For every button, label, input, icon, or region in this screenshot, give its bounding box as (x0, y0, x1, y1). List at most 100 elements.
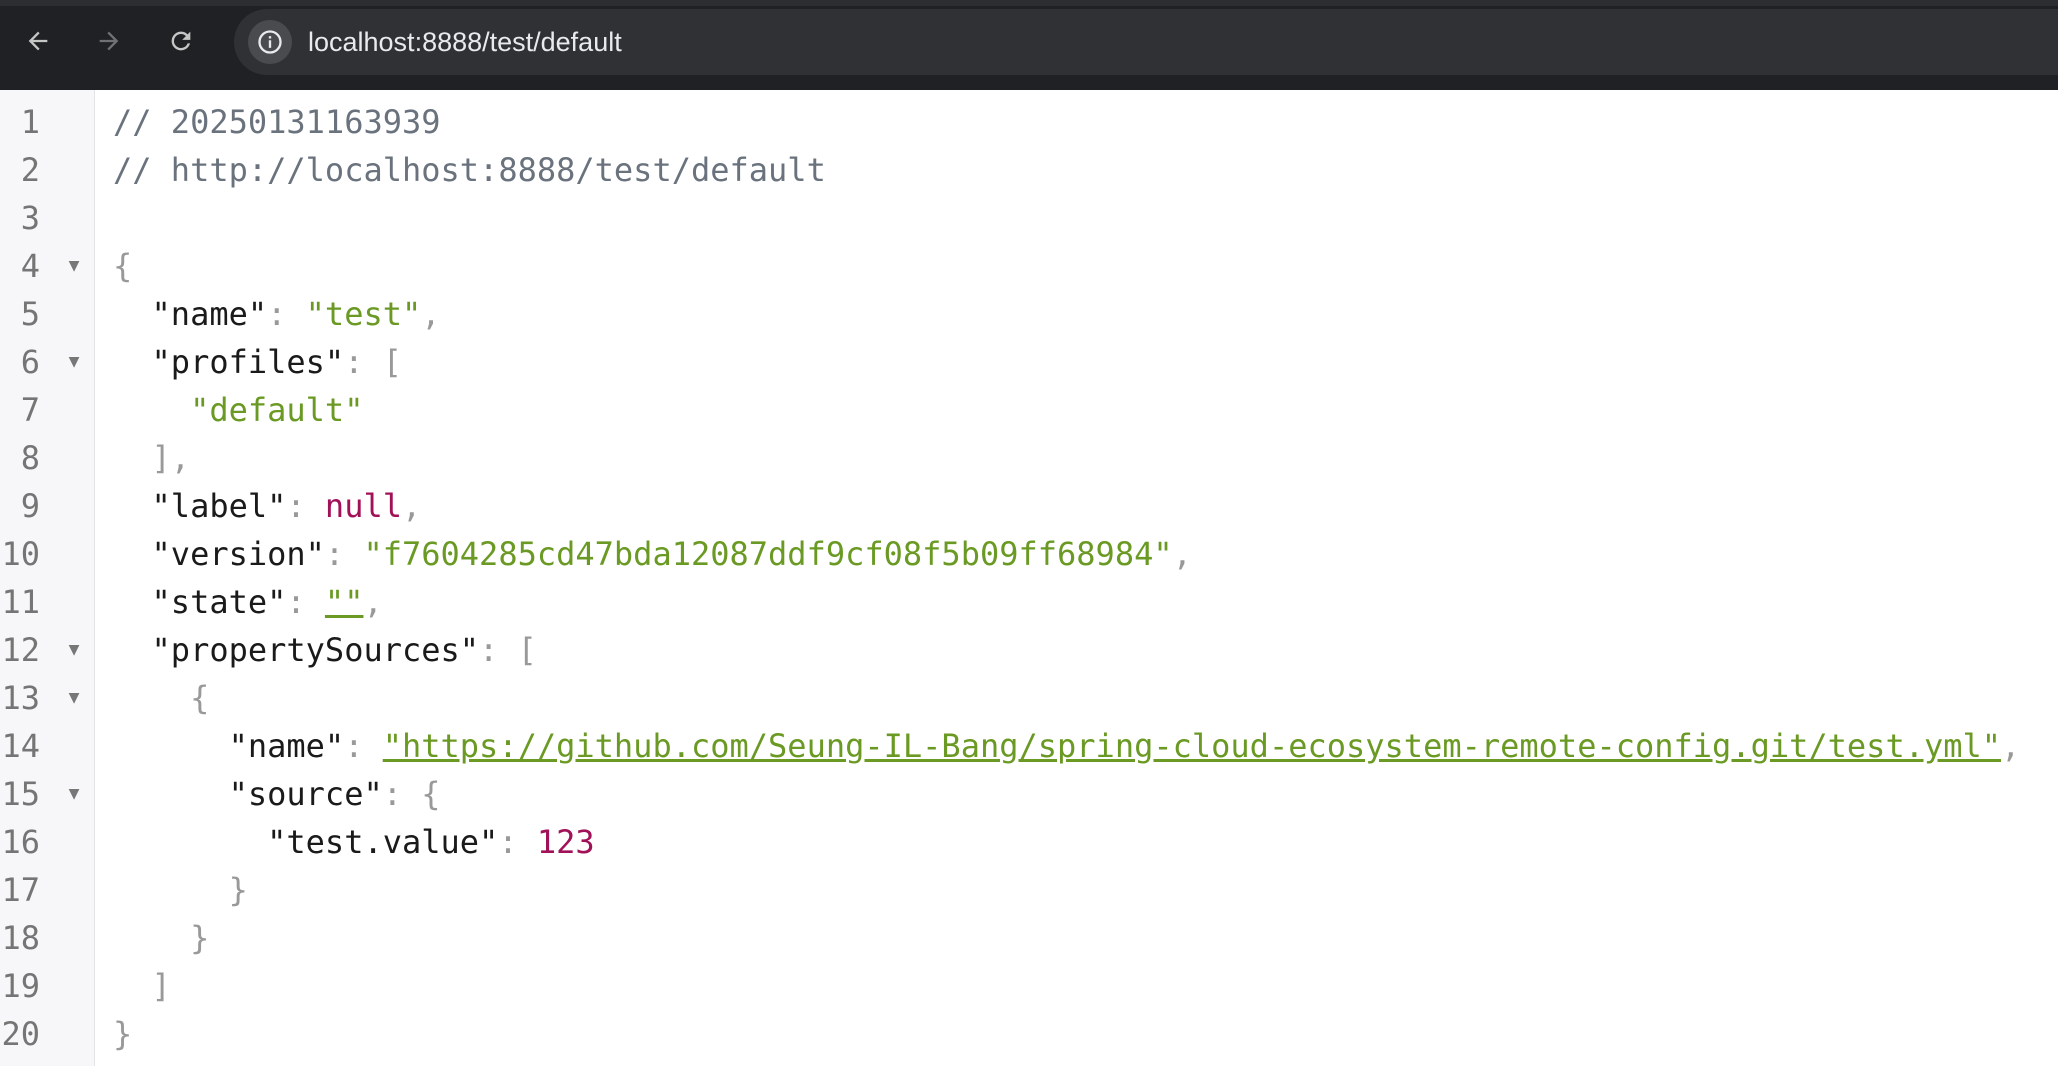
json-viewer: 1 // 20250131163939 2 // http://localhost:8… (0, 98, 2058, 1058)
json-link[interactable]: "" (325, 583, 364, 621)
arrow-right-icon (99, 31, 119, 51)
line-content: "version": "f7604285cd47bda12087ddf9cf08… (113, 530, 1192, 578)
line-number: 1 (20, 103, 40, 141)
fold-toggle-icon[interactable]: ▼ (64, 770, 84, 818)
json-key: "name" (228, 727, 345, 765)
json-string: "default" (190, 391, 364, 429)
json-key: "version" (151, 535, 325, 573)
code-line: 6 ▼ "profiles": [ (0, 338, 2058, 386)
json-punctuation: : [ (479, 631, 537, 669)
line-number: 10 (1, 535, 40, 573)
back-button[interactable] (14, 17, 62, 65)
json-punctuation: : (286, 583, 325, 621)
line-content: "label": null, (113, 482, 422, 530)
code-line: 10 "version": "f7604285cd47bda12087ddf9c… (0, 530, 2058, 578)
json-key: "state" (151, 583, 287, 621)
line-number: 20 (1, 1015, 40, 1053)
line-content: "propertySources": [ (113, 626, 537, 674)
address-bar[interactable]: localhost:8888/test/default (234, 9, 2058, 75)
code-line: 19 ] (0, 962, 2058, 1010)
reload-button[interactable] (157, 17, 205, 65)
line-content: ], (113, 434, 191, 482)
json-key: "propertySources" (151, 631, 480, 669)
line-content: "state": "", (113, 578, 383, 626)
fold-toggle-icon[interactable]: ▼ (64, 338, 84, 386)
code-line: 1 // 20250131163939 (0, 98, 2058, 146)
code-line: 12 ▼ "propertySources": [ (0, 626, 2058, 674)
json-punctuation: { (113, 247, 133, 285)
line-content: { (113, 674, 209, 722)
json-key: "name" (151, 295, 268, 333)
code-line: 2 // http://localhost:8888/test/default (0, 146, 2058, 194)
line-content: "name": "https://github.com/Seung-IL-Ban… (113, 722, 2021, 770)
line-content: } (113, 914, 209, 962)
code-line: 14 "name": "https://github.com/Seung-IL-… (0, 722, 2058, 770)
json-key: "profiles" (151, 343, 345, 381)
code-line: 17 } (0, 866, 2058, 914)
line-number: 15 (1, 775, 40, 813)
line-number: 19 (1, 967, 40, 1005)
line-number: 12 (1, 631, 40, 669)
json-key: "source" (228, 775, 383, 813)
comment-text: // 20250131163939 (113, 103, 441, 141)
url-text[interactable]: localhost:8888/test/default (308, 26, 622, 58)
code-line: 7 "default" (0, 386, 2058, 434)
forward-button[interactable] (85, 17, 133, 65)
arrow-left-icon (28, 31, 48, 51)
line-number: 3 (20, 199, 40, 237)
json-punctuation: : [ (344, 343, 402, 381)
line-content: } (113, 1010, 132, 1058)
json-punctuation: , (421, 295, 441, 333)
line-number: 13 (1, 679, 40, 717)
fold-toggle-icon[interactable]: ▼ (64, 674, 84, 722)
line-number: 2 (20, 151, 40, 189)
line-number: 18 (1, 919, 40, 957)
line-content: // http://localhost:8888/test/default (113, 146, 826, 194)
line-content: "profiles": [ (113, 338, 402, 386)
json-punctuation: , (363, 583, 383, 621)
line-content: // 20250131163939 (113, 98, 441, 146)
line-content: "default" (113, 386, 363, 434)
info-icon (258, 30, 282, 54)
code-line: 3 (0, 194, 2058, 242)
fold-toggle-icon[interactable]: ▼ (64, 242, 84, 290)
line-number: 4 (20, 247, 40, 285)
line-number: 7 (20, 391, 40, 429)
browser-toolbar: localhost:8888/test/default (0, 0, 2058, 90)
json-punctuation: : { (382, 775, 441, 813)
json-punctuation: } (113, 1015, 133, 1053)
json-punctuation: : (286, 487, 325, 525)
json-string: "f7604285cd47bda12087ddf9cf08f5b09ff6898… (363, 535, 1173, 573)
line-number: 17 (1, 871, 40, 909)
code-line: 11 "state": "", (0, 578, 2058, 626)
json-punctuation: ], (151, 439, 191, 477)
line-content: ] (113, 962, 171, 1010)
line-number: 8 (20, 439, 40, 477)
json-link[interactable]: "https://github.com/Seung-IL-Bang/spring… (383, 727, 2001, 765)
code-line: 5 "name": "test", (0, 290, 2058, 338)
json-punctuation: : (324, 535, 364, 573)
code-line: 15 ▼ "source": { (0, 770, 2058, 818)
site-info-button[interactable] (248, 20, 292, 64)
json-punctuation: : (267, 295, 306, 333)
json-punctuation: : (344, 727, 383, 765)
json-punctuation: { (190, 679, 210, 717)
line-number: 16 (1, 823, 40, 861)
json-key: "test.value" (267, 823, 499, 861)
line-content: } (113, 866, 248, 914)
line-number: 14 (1, 727, 40, 765)
json-key: "label" (151, 487, 287, 525)
json-punctuation: , (2001, 727, 2021, 765)
code-line: 9 "label": null, (0, 482, 2058, 530)
code-line: 18 } (0, 914, 2058, 962)
tab-strip-edge (0, 0, 2058, 6)
line-number: 11 (1, 583, 40, 621)
code-line: 16 "test.value": 123 (0, 818, 2058, 866)
json-number: 123 (536, 823, 595, 861)
fold-toggle-icon[interactable]: ▼ (64, 626, 84, 674)
code-line: 8 ], (0, 434, 2058, 482)
code-line: 4 ▼ { (0, 242, 2058, 290)
json-punctuation: } (190, 919, 210, 957)
json-punctuation: } (228, 871, 248, 909)
line-number: 6 (20, 343, 40, 381)
